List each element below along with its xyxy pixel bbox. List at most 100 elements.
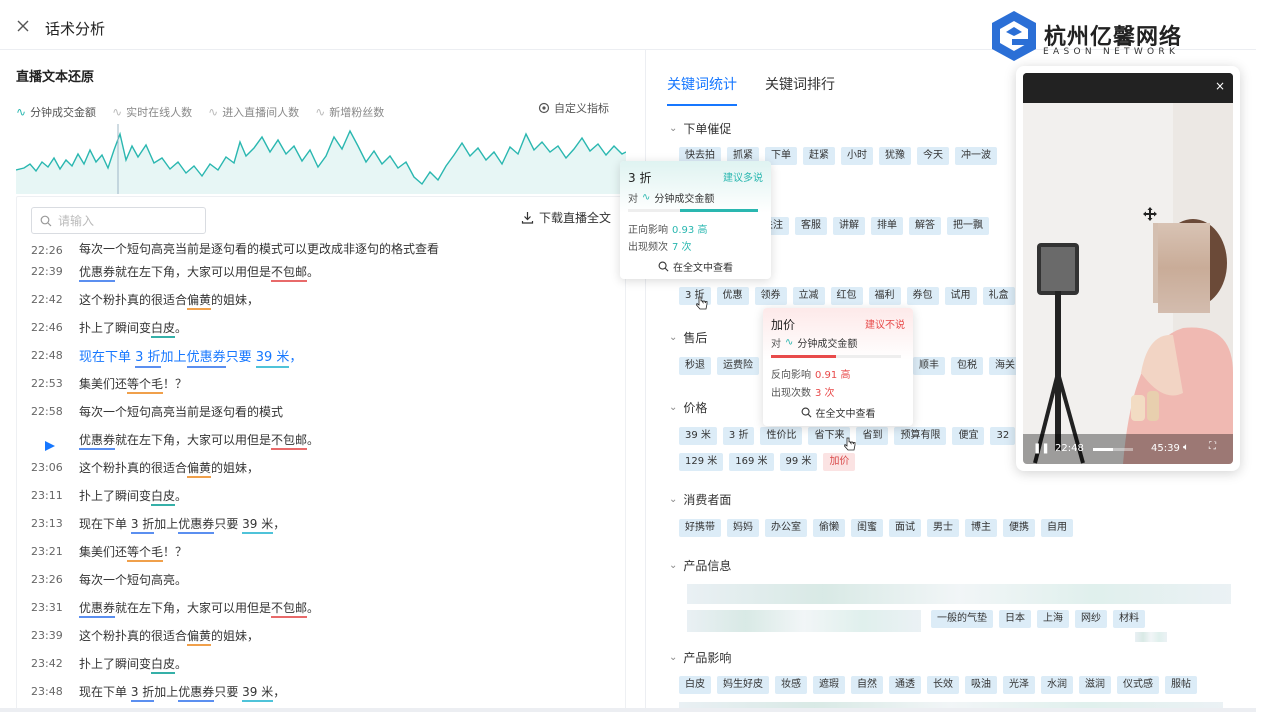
keyword-tag[interactable]: 好携带 [679, 519, 721, 537]
keyword-tag[interactable]: 博主 [965, 519, 997, 537]
search-input[interactable]: 请输入 [31, 207, 206, 234]
keyword-tag[interactable]: 妈妈 [727, 519, 759, 537]
keyword-tag[interactable]: 赶紧 [803, 147, 835, 165]
keyword-tag[interactable]: 白皮 [679, 676, 711, 694]
transcript-row[interactable]: 23:39 这个粉扑真的很适合偏黄的姐妹， [17, 621, 625, 649]
keyword-tag[interactable]: 小时 [841, 147, 873, 165]
keyword-tag[interactable]: 偷懒 [813, 519, 845, 537]
keyword-tag[interactable]: 红包 [830, 287, 863, 305]
group-order-urge[interactable]: ⌄ 下单催促 [669, 120, 731, 137]
keyword-tag[interactable]: 解答 [909, 217, 941, 235]
transcript-row[interactable]: 23:11 扑上了瞬间变白皮。 [17, 481, 625, 509]
keyword-tag[interactable]: 长效 [927, 676, 959, 694]
keyword-tag[interactable]: 仪式感 [1117, 676, 1159, 694]
keyword-tag[interactable]: 通透 [889, 676, 921, 694]
keyword-tag[interactable]: 169 米 [729, 453, 774, 471]
close-icon[interactable] [16, 19, 30, 33]
keyword-tag[interactable]: 犹豫 [879, 147, 911, 165]
transcript-row[interactable]: 23:21 集美们还等个毛！？ [17, 537, 625, 565]
keyword-tag[interactable]: 服帖 [1165, 676, 1197, 694]
transcript-row[interactable]: 22:46 扑上了瞬间变白皮。 [17, 313, 625, 341]
transcript-row[interactable]: 优惠券就在左下角，大家可以用但是不包邮。 [17, 425, 625, 453]
keyword-tag[interactable]: 3 折 [722, 427, 755, 445]
transcript-row[interactable]: 22:53 集美们还等个毛！？ [17, 369, 625, 397]
keyword-tag[interactable]: 讲解 [833, 217, 865, 235]
keyword-tag[interactable]: 99 米 [779, 453, 818, 471]
keyword-tag[interactable]: 试用 [944, 287, 977, 305]
keyword-tag[interactable]: 自然 [851, 676, 883, 694]
keyword-tag[interactable]: 排单 [871, 217, 903, 235]
keyword-tag[interactable]: 39 米 [679, 427, 717, 445]
transcript-row[interactable]: 22:42 这个粉扑真的很适合偏黄的姐妹， [17, 285, 625, 313]
transcript-row[interactable]: 23:26 每次一个短句高亮。 [17, 565, 625, 593]
keyword-tag[interactable]: 冲一波 [955, 147, 997, 165]
transcript-row[interactable]: 22:58 每次一个短句高亮当前是逐句看的模式 [17, 397, 625, 425]
transcript-row[interactable]: 23:06 这个粉扑真的很适合偏黄的姐妹， [17, 453, 625, 481]
transcript-row[interactable]: 23:48 现在下单 3 折加上优惠券只要 39 米， [17, 677, 625, 705]
keyword-tag[interactable]: 预算有限 [894, 427, 947, 445]
keyword-tag[interactable]: 上海 [1037, 610, 1069, 628]
tab-keyword-ranking[interactable]: 关键词排行 [765, 74, 835, 106]
keyword-tag[interactable]: 吸油 [965, 676, 997, 694]
custom-indicator-button[interactable]: 自定义指标 [538, 100, 609, 116]
view-in-text-link[interactable]: 在全文中查看 [620, 259, 771, 274]
keyword-tag[interactable]: 把一飘 [947, 217, 989, 235]
keyword-tag[interactable]: 男士 [927, 519, 959, 537]
keyword-tag[interactable]: 办公室 [765, 519, 807, 537]
metric-sales[interactable]: ∿ 分钟成交金额 [16, 104, 96, 120]
keyword-tag[interactable]: 光泽 [1003, 676, 1035, 694]
transcript-row-active[interactable]: 22:48 现在下单 3 折加上优惠券只要 39 米， [17, 341, 625, 369]
keyword-tag[interactable]: 礼盒 [982, 287, 1015, 305]
volume-icon[interactable]: 🔈︎ [1183, 442, 1189, 453]
keyword-tag[interactable]: 妆感 [775, 676, 807, 694]
video-close-icon[interactable]: × [1215, 79, 1225, 93]
keyword-tag[interactable]: 材料 [1113, 610, 1145, 628]
view-in-text-link[interactable]: 在全文中查看 [763, 405, 913, 420]
group-product-info[interactable]: ⌄ 产品信息 [669, 557, 731, 574]
group-after-sales[interactable]: ⌄ 售后 [669, 329, 707, 346]
transcript-row[interactable]: 23:13 现在下单 3 折加上优惠券只要 39 米， [17, 509, 625, 537]
metric-online[interactable]: ∿ 实时在线人数 [112, 104, 192, 120]
keyword-tag[interactable]: 性价比 [760, 427, 803, 445]
keyword-tag[interactable]: 客服 [795, 217, 827, 235]
group-consumer[interactable]: ⌄ 消费者面 [669, 491, 731, 508]
keyword-tag[interactable]: 水润 [1041, 676, 1073, 694]
transcript-row[interactable]: 23:31 优惠券就在左下角，大家可以用但是不包邮。 [17, 593, 625, 621]
keyword-tag[interactable]: 券包 [906, 287, 939, 305]
keyword-tag[interactable]: 闺蜜 [851, 519, 883, 537]
sales-sparkline[interactable] [16, 124, 626, 194]
keyword-tag[interactable]: 便携 [1003, 519, 1035, 537]
play-marker-icon[interactable] [45, 441, 55, 451]
keyword-tag[interactable]: 日本 [999, 610, 1031, 628]
keyword-tag[interactable]: 遮瑕 [813, 676, 845, 694]
metric-entries[interactable]: ∿ 进入直播间人数 [208, 104, 299, 120]
tab-keyword-stats[interactable]: 关键词统计 [667, 74, 737, 106]
keyword-tag[interactable]: 滋润 [1079, 676, 1111, 694]
keyword-tag[interactable]: 优惠 [716, 287, 749, 305]
keyword-tag[interactable]: 包税 [951, 357, 983, 375]
keyword-tag[interactable]: 一般的气垫 [931, 610, 993, 628]
group-price[interactable]: ⌄ 价格 [669, 399, 707, 416]
video-progress[interactable] [1093, 448, 1133, 451]
move-icon[interactable] [1143, 207, 1157, 221]
pause-icon[interactable]: ❚❚ [1033, 443, 1050, 454]
group-product-impact[interactable]: ⌄ 产品影响 [669, 649, 731, 666]
keyword-tag[interactable]: 顺丰 [913, 357, 945, 375]
metric-followers[interactable]: ∿ 新增粉丝数 [315, 104, 384, 120]
keyword-tag[interactable]: 便宜 [952, 427, 985, 445]
transcript-row[interactable]: 22:26 每次一个短句高亮当前是逐句看的模式可以更改成非逐句的格式查看 [17, 239, 625, 257]
fullscreen-icon[interactable]: ⛶ [1209, 441, 1216, 452]
keyword-tag[interactable]: 今天 [917, 147, 949, 165]
download-button[interactable]: 下载直播全文 [521, 209, 611, 226]
transcript-row[interactable]: 22:39 优惠券就在左下角，大家可以用但是不包邮。 [17, 257, 625, 285]
keyword-tag[interactable]: 省到 [856, 427, 889, 445]
keyword-tag[interactable]: 妈生好皮 [717, 676, 769, 694]
keyword-tag[interactable]: 129 米 [679, 453, 724, 471]
video-player[interactable]: × ❚❚ 22:48 45:39 🔈︎ ⛶ [1016, 66, 1240, 471]
keyword-tag-negative[interactable]: 加价 [823, 453, 856, 471]
keyword-tag[interactable]: 自用 [1041, 519, 1073, 537]
video-frame[interactable]: × ❚❚ 22:48 45:39 🔈︎ ⛶ [1023, 73, 1233, 464]
keyword-tag[interactable]: 秒退 [679, 357, 711, 375]
keyword-tag[interactable]: 领券 [754, 287, 787, 305]
keyword-tag[interactable]: 面试 [889, 519, 921, 537]
